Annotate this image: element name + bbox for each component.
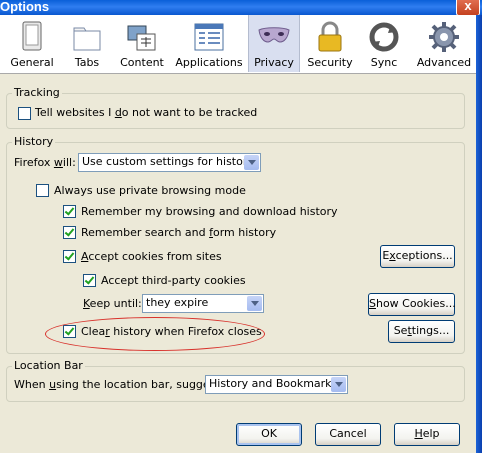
accept-cookies-checkbox[interactable] — [63, 250, 76, 263]
history-mode-value: Use custom settings for history — [82, 155, 254, 168]
keep-until-label: Keep until: — [83, 297, 142, 310]
tab-privacy-label: Privacy — [254, 56, 294, 69]
third-party-cookies-label: Accept third-party cookies — [101, 274, 246, 287]
history-legend: History — [12, 135, 56, 148]
padlock-icon — [318, 21, 342, 52]
applications-icon — [194, 23, 224, 51]
tab-advanced-label: Advanced — [416, 56, 472, 69]
keep-until-value: they expire — [146, 296, 209, 309]
tab-security[interactable]: Security — [304, 15, 356, 72]
remember-browsing-label: Remember my browsing and download histor… — [81, 205, 338, 218]
tab-applications[interactable]: Applications — [174, 15, 244, 72]
title-bar: Options x — [0, 0, 482, 16]
remember-browsing-checkbox[interactable] — [63, 205, 76, 218]
cancel-button[interactable]: Cancel — [315, 423, 381, 446]
remember-search-label: Remember search and form history — [81, 226, 277, 239]
show-cookies-button[interactable]: Show Cookies... — [368, 293, 456, 316]
window-title: Options — [0, 0, 50, 14]
tab-privacy[interactable]: Privacy — [248, 15, 300, 72]
location-suggest-value: History and Bookmarks — [209, 377, 338, 390]
annotation-ellipse — [45, 317, 265, 351]
privacy-mask-icon — [258, 27, 290, 43]
tab-sync-label: Sync — [370, 56, 398, 69]
private-mode-label: Always use private browsing mode — [54, 184, 246, 197]
tab-general-label: General — [10, 56, 54, 69]
window-border — [476, 15, 482, 453]
tabs-icon — [73, 27, 101, 51]
help-button[interactable]: Help — [394, 423, 460, 446]
tab-security-label: Security — [307, 56, 353, 69]
general-icon — [22, 21, 42, 51]
tab-tabs-label: Tabs — [74, 56, 100, 69]
gear-icon — [429, 22, 459, 52]
chevron-down-icon — [247, 296, 262, 311]
location-suggest-select[interactable]: History and Bookmarks — [205, 375, 348, 394]
firefox-will-label: Firefox will: — [14, 156, 76, 169]
options-toolbar: General Tabs Content Applications Privac… — [0, 15, 476, 74]
sync-icon — [369, 22, 399, 52]
tab-general[interactable]: General — [2, 15, 62, 72]
location-suggest-label: When using the location bar, suggest: — [14, 378, 224, 391]
location-bar-legend: Location Bar — [12, 359, 85, 372]
keep-until-select[interactable]: they expire — [142, 294, 264, 313]
remember-search-checkbox[interactable] — [63, 226, 76, 239]
tab-applications-label: Applications — [175, 56, 243, 69]
close-icon: x — [464, 0, 472, 13]
close-button[interactable]: x — [456, 0, 480, 16]
accept-cookies-label: Accept cookies from sites — [81, 250, 222, 263]
tab-tabs[interactable]: Tabs — [63, 15, 111, 72]
tab-content[interactable]: Content — [114, 15, 170, 72]
tracking-legend: Tracking — [12, 86, 62, 99]
history-mode-select[interactable]: Use custom settings for history — [78, 153, 261, 172]
ok-button[interactable]: OK — [236, 423, 302, 446]
tab-content-label: Content — [120, 56, 164, 69]
dnt-label: Tell websites I do not want to be tracke… — [35, 106, 258, 119]
exceptions-button[interactable]: Exceptions... — [380, 245, 455, 268]
third-party-cookies-checkbox[interactable] — [83, 274, 96, 287]
private-mode-checkbox[interactable] — [36, 184, 49, 197]
chevron-down-icon — [331, 377, 346, 392]
settings-button[interactable]: Settings... — [388, 320, 455, 343]
dnt-checkbox[interactable] — [18, 107, 31, 120]
tab-sync[interactable]: Sync — [362, 15, 406, 72]
tab-advanced[interactable]: Advanced — [414, 15, 474, 72]
chevron-down-icon — [244, 155, 259, 170]
content-icon — [127, 25, 156, 51]
